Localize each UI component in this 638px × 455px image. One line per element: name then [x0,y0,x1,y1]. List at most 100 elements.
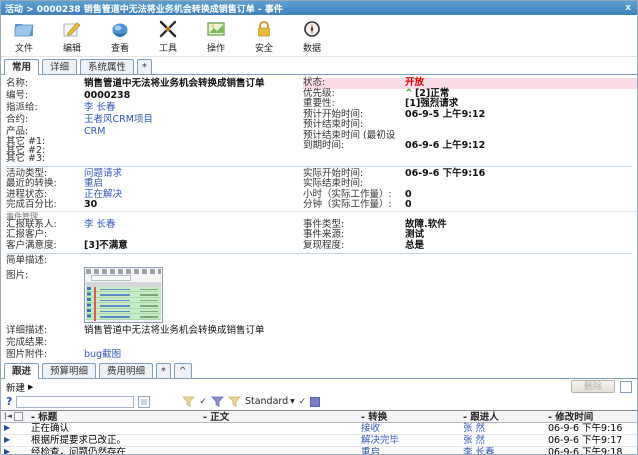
field-label: 详细描述: [6,325,84,337]
field-label: 分钟（实际工作量）: [303,200,405,211]
toolbar: 文件 编辑 查看 工具 操作 [1,15,637,57]
tab-budget-details[interactable]: 预算明细 [42,363,96,378]
apply-filter-check-icon[interactable]: ✓ [199,397,207,407]
new-menu-arrow-icon[interactable]: ▶ [28,383,33,391]
followup-filter-row: ? ✓ Standard ▼ ✓ [1,394,637,410]
attachment-link[interactable]: bug截图 [84,349,121,361]
tab-more[interactable]: * [137,59,152,74]
data-compass-icon [301,18,323,40]
toolbar-button-tools[interactable]: 工具 [151,18,185,54]
field-label: 合约: [6,114,84,126]
toolbar-button-operations[interactable]: 操作 [199,18,233,54]
tab-followups[interactable]: 跟进 [4,363,39,379]
name-value: 销售管道中无法将业务机会转换成销售订单 [84,78,265,90]
filter-funnel-blue-icon[interactable] [211,396,224,408]
operations-chart-icon [205,18,227,40]
toolbar-label: 查看 [111,41,129,54]
column-header-body[interactable]: - 正文 [201,411,359,422]
view-globe-icon [109,18,131,40]
toolbar-button-edit[interactable]: 编辑 [55,18,89,54]
report-contact-link[interactable]: 李 长春 [84,220,116,231]
tab-common[interactable]: 常用 [4,59,39,75]
toolbar-button-view[interactable]: 查看 [103,18,137,54]
toolbar-button-file[interactable]: 文件 [7,18,41,54]
close-icon[interactable]: x [623,3,633,13]
expand-row-icon[interactable]: ▶ [4,446,10,455]
cell-follower-link[interactable]: 张 然 [461,435,546,446]
view-settings-icon[interactable] [310,397,320,407]
tab-system-properties[interactable]: 系统属性 [80,59,134,74]
section-progress: 活动类型:问题请求 最近的转换:重启 进程状态:正在解决 完成百分比:30 实际… [6,169,637,211]
tab-mini-star[interactable]: * [156,363,171,378]
filter-funnel-yellow2-icon[interactable] [228,396,241,408]
cell-transition-link[interactable]: 接收 [359,423,461,434]
case-form: 名称:销售管道中无法将业务机会转换成销售订单 编号:0000238 指派给:李 … [1,75,637,361]
field-label: 复现程度: [303,241,405,252]
collapse-all-icon[interactable]: |◄ [4,410,12,423]
followup-table: |◄ - 标题 - 正文 - 转换 - 跟进人 - 修改时间 ▶ 正在确认 接收… [1,410,637,455]
event-source-value: 测试 [405,230,424,241]
delete-button-disabled[interactable]: 删除 [571,380,615,393]
product-link[interactable]: CRM [84,126,105,138]
toolbar-label: 文件 [15,41,33,54]
cell-modified: 06-9-6 下午9:18 [546,447,637,455]
cell-body [201,447,359,455]
cell-title: 经检查，问题仍然存在 [29,447,201,455]
file-icon [13,18,35,40]
field-label: 名称: [6,78,84,90]
toolbar-button-security[interactable]: 安全 [247,18,281,54]
field-label: 实际结束时间: [303,179,405,190]
column-header-follower[interactable]: - 跟进人 [461,411,546,422]
column-header-transition[interactable]: - 转换 [359,411,461,422]
standard-view-dropdown[interactable]: Standard ▼ [245,396,295,407]
cell-follower-link[interactable]: 张 然 [461,423,546,434]
select-all-checkbox[interactable] [14,412,23,421]
cell-follower-link[interactable]: 李 长春 [461,447,546,455]
tab-detail[interactable]: 详细 [42,59,77,74]
filter-funnel-yellow-icon[interactable] [182,396,195,408]
contract-link[interactable]: 王者风CRM项目 [84,114,153,126]
confirm-check-icon[interactable]: ✓ [299,397,307,407]
toolbar-label: 工具 [159,41,177,54]
column-header-title[interactable]: - 标题 [29,411,201,422]
last-transition-link[interactable]: 重启 [84,179,103,190]
expand-row-icon[interactable]: ▶ [4,422,10,434]
selection-checkbox-button[interactable] [620,381,632,393]
cell-transition-link[interactable]: 解决完毕 [359,435,461,446]
expand-row-icon[interactable]: ▶ [4,434,10,446]
filter-checkbox[interactable] [138,396,150,408]
embedded-screenshot-thumbnail[interactable] [84,267,163,323]
thumbnail-row-icons [87,287,91,320]
help-icon[interactable]: ? [6,395,12,408]
assigned-to-link[interactable]: 李 长春 [84,102,116,114]
field-label: 汇报客户: [6,230,84,241]
table-row[interactable]: ▶ 根据所提要求已改正。 解决完毕 张 然 06-9-6 下午9:17 [1,435,637,447]
field-label: 其它 #3: [6,155,84,164]
est-start-value: 06-9-5 上午9:12 [405,110,485,121]
tab-expense-details[interactable]: 费用明细 [99,363,153,378]
field-label: 图片附件: [6,349,84,361]
field-label: 图片: [6,267,84,325]
cell-transition-link[interactable]: 重启 [359,447,461,455]
search-input[interactable] [16,396,134,408]
section-divider [6,253,632,254]
cell-body [201,423,359,434]
table-row[interactable]: ▶ 经检查，问题仍然存在 重启 李 长春 06-9-6 下午9:18 [1,447,637,455]
toolbar-label: 安全 [255,41,273,54]
toolbar-button-data[interactable]: 数据 [295,18,329,54]
table-header-row: |◄ - 标题 - 正文 - 转换 - 跟进人 - 修改时间 [1,410,637,423]
new-followup-button[interactable]: 新建 [6,380,25,394]
toolbar-label: 操作 [207,41,225,54]
field-label: 完成结果: [6,337,84,349]
cell-title: 正在确认 [29,423,201,434]
section-event-management: 汇报联系人:李 长春 汇报客户: 客户满意度:[3]不满意 事件类型:故障.软件… [6,220,637,252]
table-row[interactable]: ▶ 正在确认 接收 张 然 06-9-6 下午9:16 [1,423,637,435]
field-label: 客户满意度: [6,241,84,252]
status-badge: 开放 [405,78,424,89]
tab-mini-collapse[interactable]: ^ [174,363,192,378]
field-label: 最近的转换: [6,179,84,190]
cell-modified: 06-9-6 下午9:17 [546,435,637,446]
section-general: 名称:销售管道中无法将业务机会转换成销售订单 编号:0000238 指派给:李 … [6,78,637,164]
column-header-modified[interactable]: - 修改时间 [546,411,637,422]
toolbar-label: 数据 [303,41,321,54]
